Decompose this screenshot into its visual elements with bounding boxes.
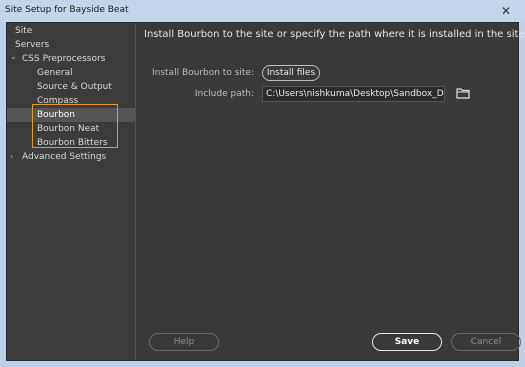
install-bourbon-label: Install Bourbon to site: [151, 68, 254, 78]
sidebar-item-label: General [37, 68, 73, 78]
sidebar-item-general[interactable]: General [7, 66, 135, 80]
sidebar-item-label: Bourbon [37, 110, 76, 120]
cancel-button[interactable]: Cancel [451, 333, 521, 351]
install-files-button[interactable]: Install files [262, 65, 320, 81]
sidebar-item-label: CSS Preprocessors [22, 54, 106, 64]
dialog-content: Site Servers ⌄ CSS Preprocessors General… [6, 22, 525, 361]
close-icon: ✕ [500, 4, 512, 18]
include-path-input[interactable]: C:\Users\nishkuma\Desktop\Sandbox_DwMode… [262, 86, 445, 102]
save-button[interactable]: Save [372, 333, 442, 351]
sidebar-item-label: Source & Output [37, 82, 112, 92]
sidebar-item-advanced-settings[interactable]: › Advanced Settings [7, 150, 135, 164]
chevron-down-icon[interactable]: ⌄ [10, 50, 17, 64]
chevron-right-icon[interactable]: › [10, 150, 13, 164]
folder-icon[interactable] [456, 87, 470, 99]
bourbon-settings-panel: Install Bourbon to the site or specify t… [136, 23, 525, 360]
sidebar-item-compass[interactable]: Compass [7, 94, 135, 108]
site-setup-window: Site Setup for Bayside Beat ✕ Site Serve… [0, 0, 525, 367]
title-bar: Site Setup for Bayside Beat ✕ [0, 0, 525, 22]
help-button[interactable]: Help [149, 333, 219, 351]
sidebar-item-bourbon-neat[interactable]: Bourbon Neat [7, 122, 135, 136]
include-path-label: Include path: [194, 89, 254, 99]
panel-heading: Install Bourbon to the site or specify t… [144, 29, 525, 40]
sidebar-item-servers[interactable]: Servers [7, 38, 135, 52]
sidebar-item-label: Bourbon Bitters [37, 138, 108, 148]
sidebar-item-label: Site [15, 26, 33, 36]
sidebar-item-site[interactable]: Site [7, 24, 135, 38]
category-sidebar: Site Servers ⌄ CSS Preprocessors General… [7, 23, 136, 360]
close-button[interactable]: ✕ [495, 3, 517, 19]
sidebar-item-css-preprocessors[interactable]: ⌄ CSS Preprocessors [7, 52, 135, 66]
sidebar-item-label: Servers [15, 40, 50, 50]
sidebar-item-source-output[interactable]: Source & Output [7, 80, 135, 94]
window-title: Site Setup for Bayside Beat [5, 5, 129, 15]
sidebar-item-bourbon-bitters[interactable]: Bourbon Bitters [7, 136, 135, 150]
sidebar-item-label: Bourbon Neat [37, 124, 100, 134]
sidebar-item-label: Compass [37, 96, 79, 106]
sidebar-item-label: Advanced Settings [22, 152, 107, 162]
sidebar-item-bourbon[interactable]: Bourbon [7, 108, 135, 122]
